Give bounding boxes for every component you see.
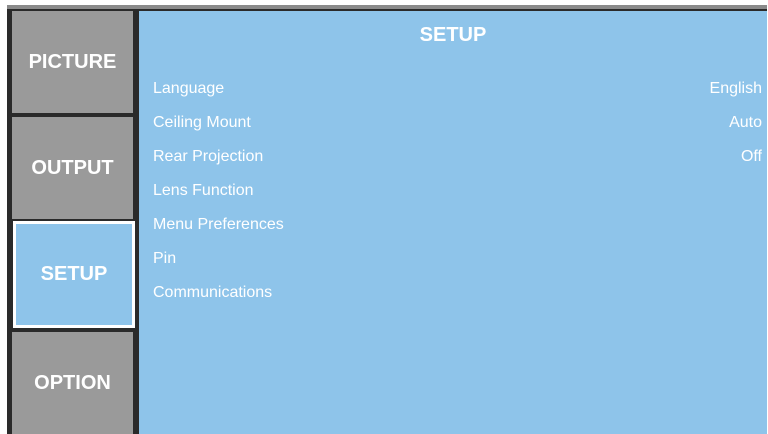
tab-picture[interactable]: PICTURE — [12, 11, 133, 113]
tab-output[interactable]: OUTPUT — [12, 117, 133, 219]
menu-item-lens-function[interactable]: Lens Function — [153, 177, 762, 205]
menu-frame-top-border — [7, 5, 767, 9]
tab-option[interactable]: OPTION — [12, 332, 133, 434]
menu-item-value: Auto — [729, 114, 762, 131]
setup-panel: SETUP Language English Ceiling Mount Aut… — [139, 11, 767, 434]
menu-item-communications[interactable]: Communications — [153, 279, 762, 307]
menu-item-pin[interactable]: Pin — [153, 245, 762, 273]
tab-picture-label: PICTURE — [28, 50, 117, 73]
menu-item-value: Off — [740, 148, 762, 165]
menu-item-value: English — [709, 80, 762, 97]
menu-item-language[interactable]: Language English — [153, 75, 762, 103]
menu-item-label: Rear Projection — [153, 148, 264, 165]
menu-item-ceiling-mount[interactable]: Ceiling Mount Auto — [153, 109, 762, 137]
tab-setup-label: SETUP — [40, 263, 108, 285]
menu-item-label: Menu Preferences — [153, 216, 284, 233]
menu-item-menu-preferences[interactable]: Menu Preferences — [153, 211, 762, 239]
panel-title: SETUP — [419, 24, 487, 46]
menu-item-label: Communications — [153, 284, 273, 301]
menu-item-label: Language — [153, 80, 225, 97]
tab-option-label: OPTION — [34, 371, 111, 394]
menu-item-label: Ceiling Mount — [153, 114, 251, 131]
tab-output-label: OUTPUT — [31, 156, 114, 179]
menu-item-label: Lens Function — [153, 182, 254, 199]
menu-item-label: Pin — [153, 250, 177, 267]
tab-setup[interactable]: SETUP — [13, 221, 135, 328]
menu-item-rear-projection[interactable]: Rear Projection Off — [153, 143, 762, 171]
